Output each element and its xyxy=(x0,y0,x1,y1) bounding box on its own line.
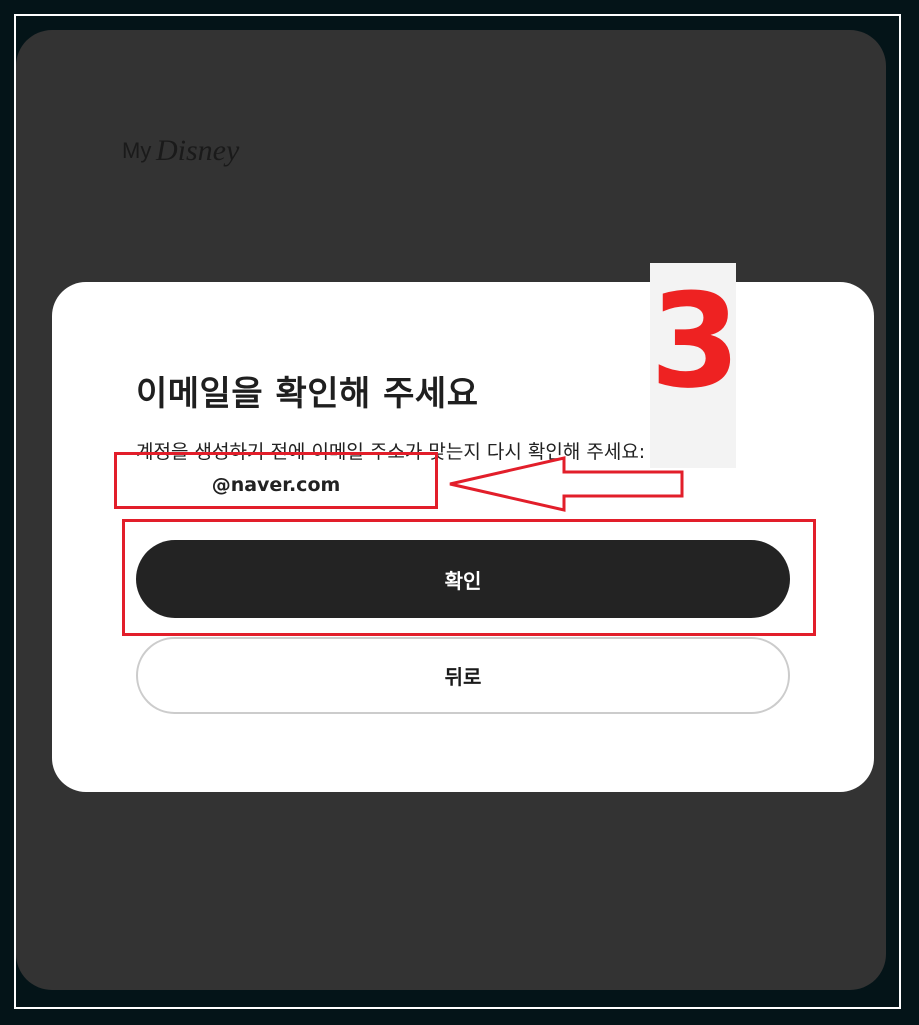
email-highlight-box xyxy=(114,452,438,509)
step-number: 3 xyxy=(650,265,741,417)
back-button[interactable]: 뒤로 xyxy=(136,637,790,714)
logo-prefix: My xyxy=(122,138,151,163)
confirm-highlight-box xyxy=(122,519,816,636)
mydisney-logo: My Disney xyxy=(122,134,240,167)
logo-word: Disney xyxy=(155,134,240,167)
dialog-title: 이메일을 확인해 주세요 xyxy=(136,374,479,414)
